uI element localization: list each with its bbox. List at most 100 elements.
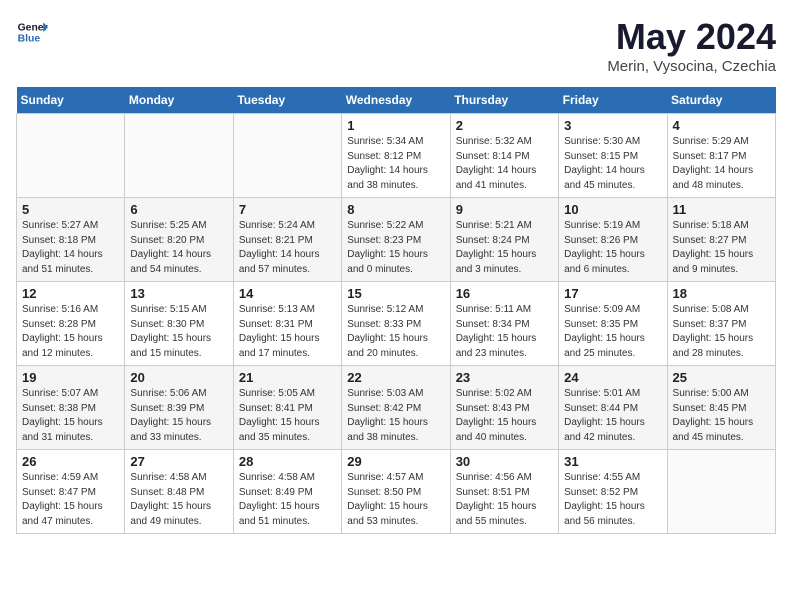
day-number: 30 xyxy=(456,454,553,469)
day-number: 22 xyxy=(347,370,444,385)
day-number: 16 xyxy=(456,286,553,301)
day-info: Sunrise: 4:56 AM Sunset: 8:51 PM Dayligh… xyxy=(456,471,553,529)
location: Merin, Vysocina, Czechia xyxy=(607,58,776,75)
day-info: Sunrise: 5:15 AM Sunset: 8:30 PM Dayligh… xyxy=(130,303,227,361)
calendar-day-cell: 11Sunrise: 5:18 AM Sunset: 8:27 PM Dayli… xyxy=(667,198,775,282)
day-number: 2 xyxy=(456,118,553,133)
day-info: Sunrise: 5:16 AM Sunset: 8:28 PM Dayligh… xyxy=(22,303,119,361)
calendar-day-cell xyxy=(125,114,233,198)
day-number: 24 xyxy=(564,370,661,385)
calendar-day-cell: 2 Sunrise: 5:32 AM Sunset: 8:14 PM Daylig… xyxy=(450,114,558,198)
calendar-day-cell: 13 Sunrise: 5:15 AM Sunset: 8:30 PM Dayli… xyxy=(125,282,233,366)
day-number: 10 xyxy=(564,202,661,217)
calendar-day-cell: 14 Sunrise: 5:13 AM Sunset: 8:31 PM Dayli… xyxy=(233,282,341,366)
weekday-header-sunday: Sunday xyxy=(17,87,125,114)
day-number: 28 xyxy=(239,454,336,469)
day-number: 29 xyxy=(347,454,444,469)
day-info: Sunrise: 4:58 AM Sunset: 8:49 PM Dayligh… xyxy=(239,471,336,529)
day-info: Sunrise: 5:09 AM Sunset: 8:35 PM Dayligh… xyxy=(564,303,661,361)
day-number: 31 xyxy=(564,454,661,469)
day-number: 5 xyxy=(22,202,119,217)
day-number: 13 xyxy=(130,286,227,301)
day-number: 9 xyxy=(456,202,553,217)
day-info: Sunrise: 5:02 AM Sunset: 8:43 PM Dayligh… xyxy=(456,387,553,445)
day-info: Sunrise: 5:00 AM Sunset: 8:45 PM Dayligh… xyxy=(673,387,770,445)
svg-text:Blue: Blue xyxy=(18,34,41,45)
day-number: 19 xyxy=(22,370,119,385)
calendar-day-cell: 6Sunrise: 5:25 AM Sunset: 8:20 PM Daylig… xyxy=(125,198,233,282)
calendar-day-cell: 16 Sunrise: 5:11 AM Sunset: 8:34 PM Dayli… xyxy=(450,282,558,366)
calendar-day-cell: 10 Sunrise: 5:19 AM Sunset: 8:26 PM Dayli… xyxy=(559,198,667,282)
day-info: Sunrise: 5:06 AM Sunset: 8:39 PM Dayligh… xyxy=(130,387,227,445)
calendar-day-cell: 3Sunrise: 5:30 AM Sunset: 8:15 PM Daylig… xyxy=(559,114,667,198)
calendar-day-cell: 26 Sunrise: 4:59 AM Sunset: 8:47 PM Dayli… xyxy=(17,450,125,534)
day-number: 26 xyxy=(22,454,119,469)
calendar-week-row: 19 Sunrise: 5:07 AM Sunset: 8:38 PM Dayli… xyxy=(17,366,776,450)
day-info: Sunrise: 5:22 AM Sunset: 8:23 PM Dayligh… xyxy=(347,219,444,277)
calendar-week-row: 5 Sunrise: 5:27 AM Sunset: 8:18 PM Daylig… xyxy=(17,198,776,282)
day-number: 4 xyxy=(673,118,770,133)
calendar-day-cell: 29 Sunrise: 4:57 AM Sunset: 8:50 PM Dayli… xyxy=(342,450,450,534)
calendar-day-cell: 19 Sunrise: 5:07 AM Sunset: 8:38 PM Dayli… xyxy=(17,366,125,450)
day-info: Sunrise: 5:19 AM Sunset: 8:26 PM Dayligh… xyxy=(564,219,661,277)
day-info: Sunrise: 5:13 AM Sunset: 8:31 PM Dayligh… xyxy=(239,303,336,361)
day-number: 14 xyxy=(239,286,336,301)
calendar-day-cell: 28 Sunrise: 4:58 AM Sunset: 8:49 PM Dayli… xyxy=(233,450,341,534)
day-info: Sunrise: 5:24 AM Sunset: 8:21 PM Dayligh… xyxy=(239,219,336,277)
day-number: 8 xyxy=(347,202,444,217)
day-info: Sunrise: 4:55 AM Sunset: 8:52 PM Dayligh… xyxy=(564,471,661,529)
day-info: Sunrise: 5:08 AM Sunset: 8:37 PM Dayligh… xyxy=(673,303,770,361)
day-info: Sunrise: 5:30 AM Sunset: 8:15 PM Dayligh… xyxy=(564,135,661,193)
day-number: 20 xyxy=(130,370,227,385)
calendar-day-cell: 25 Sunrise: 5:00 AM Sunset: 8:45 PM Dayli… xyxy=(667,366,775,450)
day-info: Sunrise: 5:29 AM Sunset: 8:17 PM Dayligh… xyxy=(673,135,770,193)
weekday-header-friday: Friday xyxy=(559,87,667,114)
calendar-day-cell: 18 Sunrise: 5:08 AM Sunset: 8:37 PM Dayli… xyxy=(667,282,775,366)
calendar-day-cell: 5 Sunrise: 5:27 AM Sunset: 8:18 PM Daylig… xyxy=(17,198,125,282)
day-number: 21 xyxy=(239,370,336,385)
day-number: 23 xyxy=(456,370,553,385)
calendar-day-cell: 20 Sunrise: 5:06 AM Sunset: 8:39 PM Dayli… xyxy=(125,366,233,450)
weekday-header-tuesday: Tuesday xyxy=(233,87,341,114)
day-info: Sunrise: 5:12 AM Sunset: 8:33 PM Dayligh… xyxy=(347,303,444,361)
day-number: 18 xyxy=(673,286,770,301)
day-info: Sunrise: 4:59 AM Sunset: 8:47 PM Dayligh… xyxy=(22,471,119,529)
logo: General Blue xyxy=(16,16,48,48)
calendar-day-cell: 24 Sunrise: 5:01 AM Sunset: 8:44 PM Dayli… xyxy=(559,366,667,450)
day-number: 1 xyxy=(347,118,444,133)
day-number: 27 xyxy=(130,454,227,469)
day-number: 17 xyxy=(564,286,661,301)
calendar-day-cell: 27 Sunrise: 4:58 AM Sunset: 8:48 PM Dayli… xyxy=(125,450,233,534)
weekday-header-wednesday: Wednesday xyxy=(342,87,450,114)
calendar-day-cell: 7 Sunrise: 5:24 AM Sunset: 8:21 PM Daylig… xyxy=(233,198,341,282)
calendar-table: SundayMondayTuesdayWednesdayThursdayFrid… xyxy=(16,87,776,534)
day-info: Sunrise: 5:21 AM Sunset: 8:24 PM Dayligh… xyxy=(456,219,553,277)
day-number: 7 xyxy=(239,202,336,217)
day-info: Sunrise: 5:27 AM Sunset: 8:18 PM Dayligh… xyxy=(22,219,119,277)
weekday-header-thursday: Thursday xyxy=(450,87,558,114)
calendar-day-cell: 15 Sunrise: 5:12 AM Sunset: 8:33 PM Dayli… xyxy=(342,282,450,366)
calendar-day-cell: 1 Sunrise: 5:34 AM Sunset: 8:12 PM Daylig… xyxy=(342,114,450,198)
calendar-week-row: 1 Sunrise: 5:34 AM Sunset: 8:12 PM Daylig… xyxy=(17,114,776,198)
day-number: 15 xyxy=(347,286,444,301)
calendar-week-row: 26 Sunrise: 4:59 AM Sunset: 8:47 PM Dayli… xyxy=(17,450,776,534)
day-info: Sunrise: 4:57 AM Sunset: 8:50 PM Dayligh… xyxy=(347,471,444,529)
calendar-day-cell xyxy=(667,450,775,534)
day-info: Sunrise: 5:34 AM Sunset: 8:12 PM Dayligh… xyxy=(347,135,444,193)
day-info: Sunrise: 5:01 AM Sunset: 8:44 PM Dayligh… xyxy=(564,387,661,445)
calendar-day-cell: 8 Sunrise: 5:22 AM Sunset: 8:23 PM Daylig… xyxy=(342,198,450,282)
day-info: Sunrise: 5:07 AM Sunset: 8:38 PM Dayligh… xyxy=(22,387,119,445)
day-number: 25 xyxy=(673,370,770,385)
calendar-day-cell: 4 Sunrise: 5:29 AM Sunset: 8:17 PM Daylig… xyxy=(667,114,775,198)
day-info: Sunrise: 4:58 AM Sunset: 8:48 PM Dayligh… xyxy=(130,471,227,529)
day-info: Sunrise: 5:11 AM Sunset: 8:34 PM Dayligh… xyxy=(456,303,553,361)
day-info: Sunrise: 5:32 AM Sunset: 8:14 PM Dayligh… xyxy=(456,135,553,193)
calendar-day-cell: 9 Sunrise: 5:21 AM Sunset: 8:24 PM Daylig… xyxy=(450,198,558,282)
calendar-day-cell: 23 Sunrise: 5:02 AM Sunset: 8:43 PM Dayli… xyxy=(450,366,558,450)
calendar-day-cell: 12 Sunrise: 5:16 AM Sunset: 8:28 PM Dayli… xyxy=(17,282,125,366)
month-title: May 2024 xyxy=(607,16,776,58)
calendar-day-cell: 22Sunrise: 5:03 AM Sunset: 8:42 PM Dayli… xyxy=(342,366,450,450)
day-number: 12 xyxy=(22,286,119,301)
title-block: May 2024 Merin, Vysocina, Czechia xyxy=(607,16,776,75)
calendar-day-cell: 31 Sunrise: 4:55 AM Sunset: 8:52 PM Dayli… xyxy=(559,450,667,534)
